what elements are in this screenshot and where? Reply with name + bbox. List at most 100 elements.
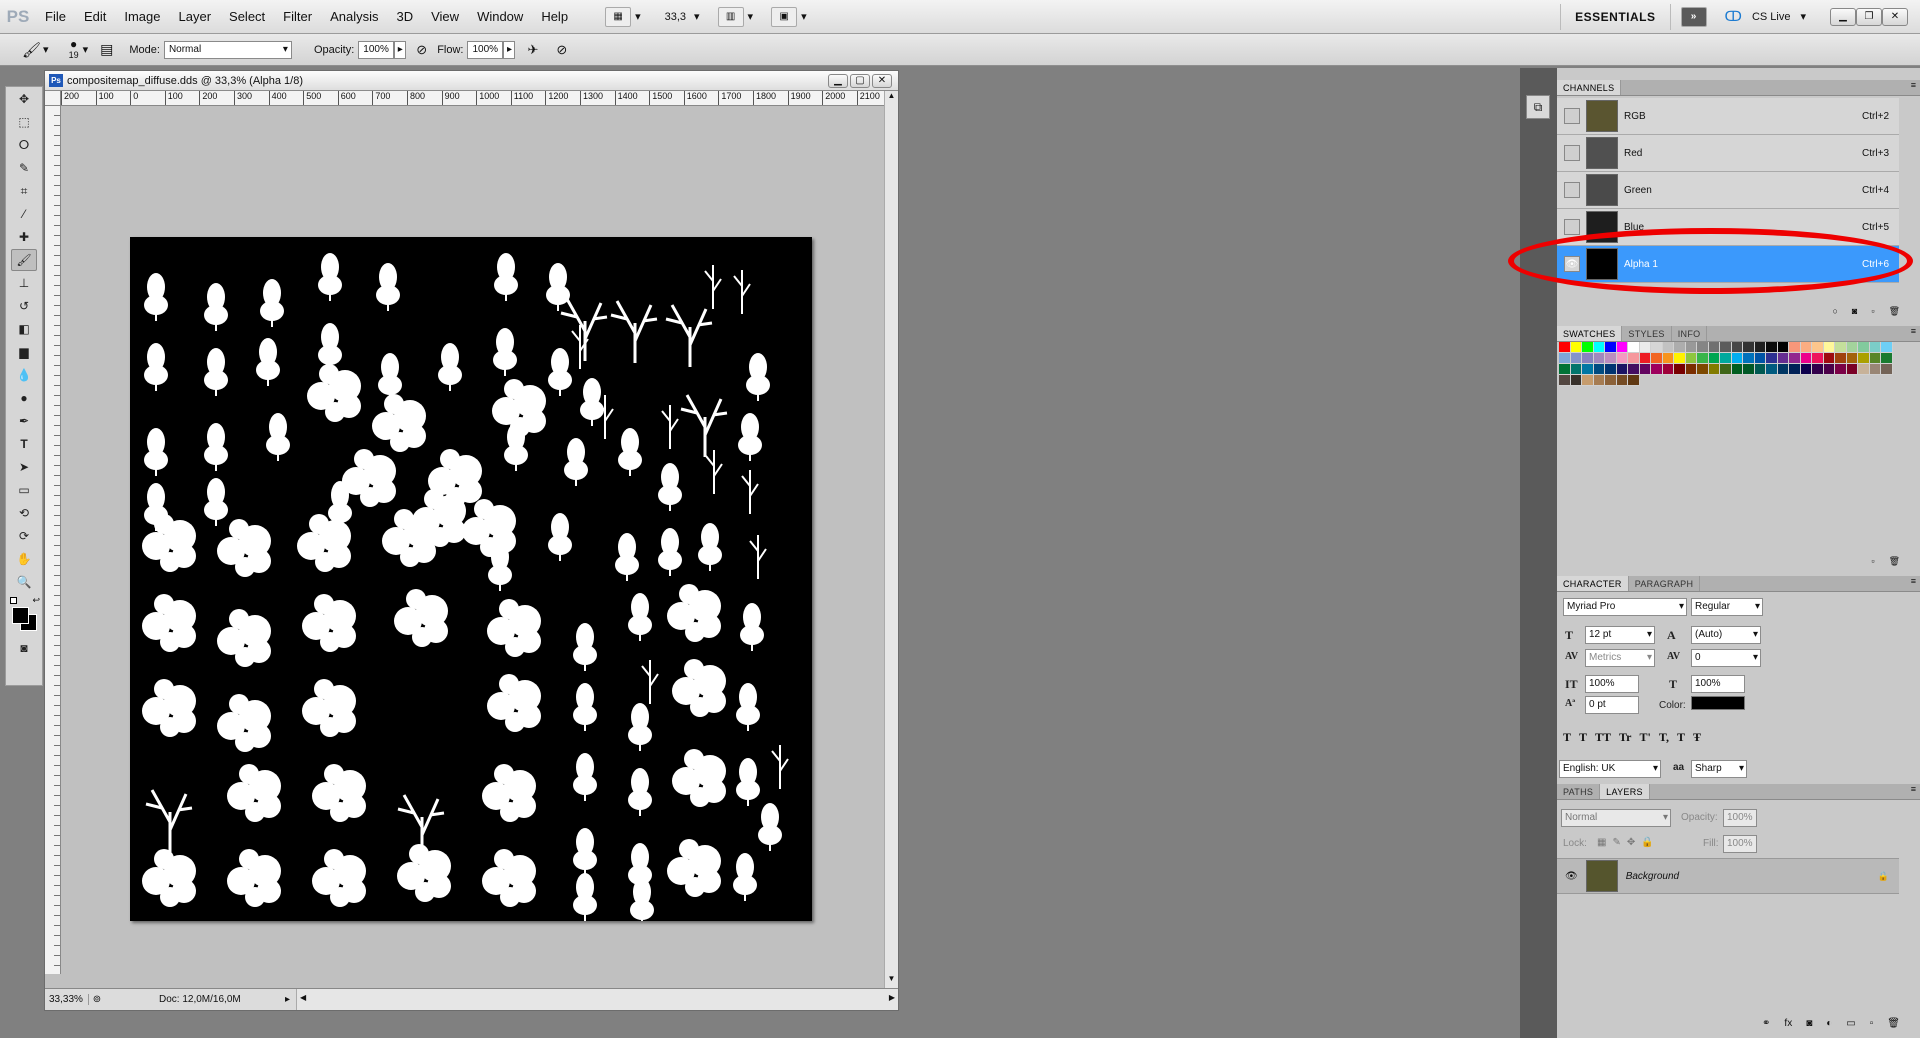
delete-swatch-icon[interactable]: 🗑	[1889, 556, 1900, 568]
color-swatch[interactable]	[1662, 364, 1674, 375]
color-swatch[interactable]	[1777, 342, 1789, 353]
move-tool-icon[interactable]: ✥	[11, 88, 37, 110]
color-swatch[interactable]	[1731, 342, 1743, 353]
type-style-button[interactable]: T,	[1659, 730, 1669, 745]
font-family-select[interactable]: Myriad Pro	[1563, 598, 1687, 616]
baseline-shift-input[interactable]: 0 pt	[1585, 696, 1639, 714]
language-select[interactable]: English: UK	[1559, 760, 1661, 778]
flow-input[interactable]: 100%	[467, 40, 504, 59]
type-style-button[interactable]: T	[1677, 730, 1685, 745]
opacity-input[interactable]: 100%	[358, 40, 395, 59]
screen-mode-icon[interactable]: ▦	[605, 6, 632, 27]
color-swatch[interactable]	[1812, 364, 1824, 375]
airbrush-icon[interactable]: ✈	[527, 42, 538, 58]
arrange-documents-control[interactable]: ▥ ▾	[717, 6, 753, 28]
color-swatch[interactable]	[1846, 342, 1858, 353]
font-size-select[interactable]: 12 pt	[1585, 626, 1655, 644]
color-swatch[interactable]	[1823, 342, 1835, 353]
color-swatch[interactable]	[1674, 353, 1686, 364]
dodge-tool-icon[interactable]: ●	[11, 387, 37, 409]
color-swatch[interactable]	[1628, 364, 1640, 375]
color-swatch[interactable]	[1651, 342, 1663, 353]
menu-item-image[interactable]: Image	[115, 0, 169, 34]
color-swatch[interactable]	[1559, 375, 1571, 386]
color-swatch[interactable]	[1616, 353, 1628, 364]
history-panel-icon[interactable]: ⧉	[1526, 95, 1550, 119]
zoom-tool-icon[interactable]: 🔍	[11, 571, 37, 593]
color-swatch[interactable]	[1651, 364, 1663, 375]
delete-layer-icon[interactable]: 🗑	[1887, 1018, 1900, 1034]
color-swatch[interactable]	[1858, 342, 1870, 353]
screen-mode-control[interactable]: ▦ ▾	[605, 6, 641, 28]
save-selection-icon[interactable]: ◙	[1852, 306, 1857, 320]
menu-item-3d[interactable]: 3D	[387, 0, 422, 34]
link-layers-icon[interactable]: ⚭	[1762, 1018, 1770, 1034]
vertical-scrollbar[interactable]: ▲ ▼	[884, 91, 898, 988]
color-swatch[interactable]	[1582, 353, 1594, 364]
canvas-area[interactable]	[61, 106, 884, 974]
font-style-select[interactable]: Regular	[1691, 598, 1763, 616]
color-swatch[interactable]	[1800, 364, 1812, 375]
type-style-button[interactable]: T'	[1640, 730, 1651, 745]
pen-tool-icon[interactable]: ✒	[11, 410, 37, 432]
menu-item-help[interactable]: Help	[532, 0, 577, 34]
color-swatch[interactable]	[1846, 364, 1858, 375]
color-swatch[interactable]	[1639, 342, 1651, 353]
color-swatch[interactable]	[1582, 364, 1594, 375]
color-swatch[interactable]	[1605, 353, 1617, 364]
color-swatch[interactable]	[1858, 364, 1870, 375]
color-swatch[interactable]	[1605, 375, 1617, 386]
status-zoom-level[interactable]: 33,33%	[45, 994, 89, 1005]
color-swatch[interactable]	[1766, 353, 1778, 364]
status-info-icon[interactable]: ⊚	[89, 994, 105, 1005]
channel-row-blue[interactable]: Blue Ctrl+5	[1557, 209, 1899, 246]
layer-opacity-input[interactable]: 100%	[1723, 809, 1757, 827]
healing-brush-tool-icon[interactable]: ✚	[11, 226, 37, 248]
tablet-pressure-size-icon[interactable]: ⊘	[556, 42, 567, 58]
workspace-more-icon[interactable]: »	[1680, 6, 1707, 27]
status-menu-arrow[interactable]: ▸	[285, 994, 290, 1005]
tab-info[interactable]: INFO	[1672, 326, 1708, 341]
panel-menu-icon[interactable]: ≡	[1911, 576, 1920, 591]
color-swatch[interactable]	[1593, 342, 1605, 353]
color-swatch[interactable]	[1593, 353, 1605, 364]
color-swatch[interactable]	[1639, 364, 1651, 375]
scroll-up-arrow[interactable]: ▲	[885, 91, 898, 105]
path-selection-tool-icon[interactable]: ➤	[11, 456, 37, 478]
quick-mask-icon[interactable]: ◙	[11, 637, 37, 659]
color-swatch[interactable]	[1628, 375, 1640, 386]
flow-slider-toggle[interactable]: ▸	[503, 40, 516, 59]
marquee-tool-icon[interactable]: ⬚	[11, 111, 37, 133]
color-swatch[interactable]	[1881, 364, 1893, 375]
load-selection-icon[interactable]: ○	[1832, 306, 1837, 320]
color-swatch[interactable]	[1708, 342, 1720, 353]
color-swatch[interactable]	[1708, 353, 1720, 364]
tab-channels[interactable]: CHANNELS	[1557, 80, 1622, 95]
color-swatch[interactable]	[1605, 342, 1617, 353]
color-swatch[interactable]	[1766, 364, 1778, 375]
color-swatch[interactable]	[1766, 342, 1778, 353]
color-swatch[interactable]	[1800, 353, 1812, 364]
color-swatch[interactable]	[1754, 364, 1766, 375]
color-swatch[interactable]	[1789, 353, 1801, 364]
color-swatch[interactable]	[1628, 353, 1640, 364]
color-swatch[interactable]	[1616, 375, 1628, 386]
blur-tool-icon[interactable]: 💧	[11, 364, 37, 386]
menu-item-window[interactable]: Window	[468, 0, 532, 34]
eye-visibility-icon[interactable]: 👁	[1565, 871, 1578, 882]
add-mask-icon[interactable]: ◙	[1806, 1018, 1812, 1034]
color-swatch[interactable]	[1789, 342, 1801, 353]
arrange-icon[interactable]: ▥	[717, 6, 744, 27]
new-group-icon[interactable]: ▭	[1846, 1018, 1855, 1034]
color-swatch[interactable]	[1869, 364, 1881, 375]
eraser-tool-icon[interactable]: ◧	[11, 318, 37, 340]
type-style-button[interactable]: Ŧ	[1693, 730, 1701, 745]
color-swatch[interactable]	[1582, 375, 1594, 386]
new-layer-icon[interactable]: ▫	[1870, 1018, 1874, 1034]
3d-rotate-tool-icon[interactable]: ⟲	[11, 502, 37, 524]
shape-tool-icon[interactable]: ▭	[11, 479, 37, 501]
tab-layers[interactable]: LAYERS	[1600, 784, 1650, 799]
horizontal-scrollbar[interactable]: ◀ ▶	[296, 989, 898, 1010]
horizontal-scale-input[interactable]: 100%	[1691, 675, 1745, 693]
brush-tool-preset-icon[interactable]: 🖌	[22, 41, 41, 59]
